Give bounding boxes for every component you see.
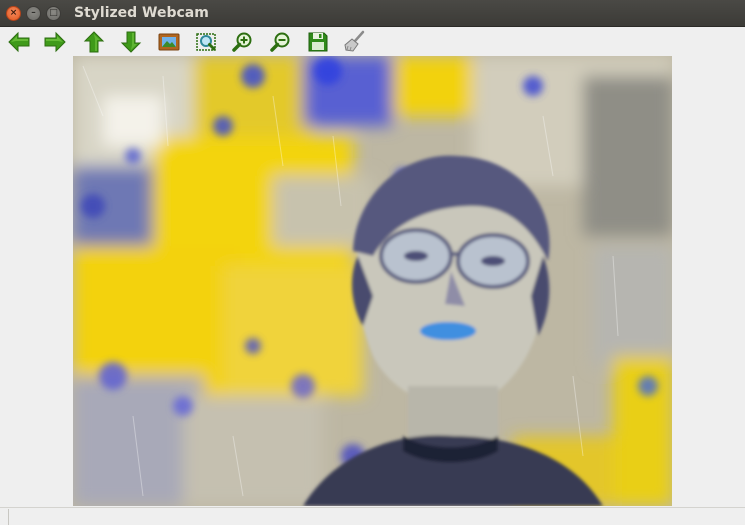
close-window-button[interactable]: × [6,6,21,21]
zoom-fit-button[interactable] [193,29,219,55]
arrow-right-icon [44,31,66,53]
picture-icon [158,33,180,51]
zoom-out-icon [270,32,290,52]
close-icon: × [9,8,18,18]
arrow-up-icon [83,31,105,53]
zoom-fit-icon [196,33,216,51]
down-button[interactable] [118,29,144,55]
floppy-disk-icon [308,32,328,52]
arrow-down-icon [120,31,142,53]
save-button[interactable] [305,29,331,55]
minimize-icon: – [31,8,36,18]
back-button[interactable] [6,29,32,55]
app-window: × – □ Stylized Webcam [0,0,745,525]
toolbar [0,27,745,56]
maximize-icon: □ [49,8,58,18]
clear-button[interactable] [342,29,368,55]
stylized-portrait [73,56,672,506]
image-button[interactable] [156,29,182,55]
status-bar [0,507,745,525]
zoom-in-button[interactable] [230,29,256,55]
minimize-window-button[interactable]: – [26,6,41,21]
status-grip [0,509,9,525]
maximize-window-button[interactable]: □ [46,6,61,21]
window-title: Stylized Webcam [74,5,209,21]
arrow-left-icon [8,31,30,53]
webcam-image [73,56,672,506]
up-button[interactable] [81,29,107,55]
zoom-out-button[interactable] [268,29,294,55]
zoom-in-icon [232,32,252,52]
broom-icon [344,30,365,52]
title-bar[interactable]: × – □ Stylized Webcam [0,0,745,27]
forward-button[interactable] [42,29,68,55]
